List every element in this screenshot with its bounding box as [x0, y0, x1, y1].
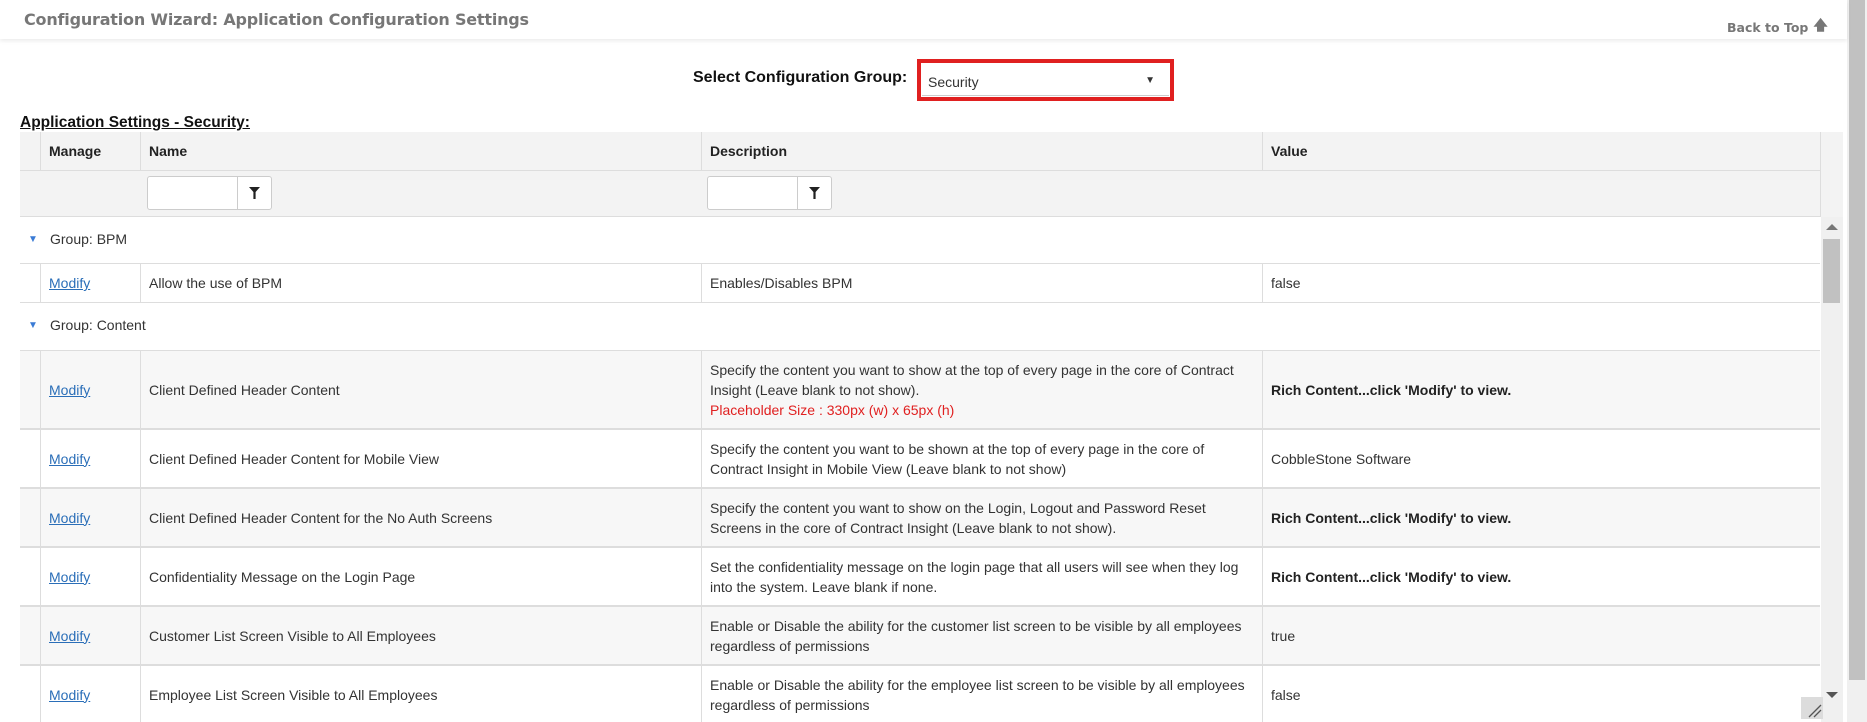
- resize-grip-lines: [1808, 704, 1822, 718]
- value-cell: Rich Content...click 'Modify' to view.: [1262, 548, 1820, 605]
- name-cell: Allow the use of BPM: [140, 264, 701, 302]
- back-to-top-link[interactable]: Back to Top 🡅: [1727, 15, 1828, 39]
- manage-cell: Modify: [40, 351, 140, 428]
- value-cell: Rich Content...click 'Modify' to view.: [1262, 351, 1820, 428]
- settings-grid: Manage Name Description Value ▼ Group: B…: [20, 132, 1843, 722]
- manage-cell: Modify: [40, 489, 140, 546]
- modify-link[interactable]: Modify: [49, 273, 90, 293]
- description-cell: Specify the content you want to show at …: [701, 351, 1262, 428]
- page-scrollbar-thumb[interactable]: [1849, 0, 1865, 680]
- manage-cell: Modify: [40, 666, 140, 722]
- placeholder-size-note: Placeholder Size : 330px (w) x 65px (h): [710, 401, 955, 418]
- grid-header: Manage Name Description Value: [20, 132, 1843, 217]
- group-label: Group: BPM: [50, 231, 128, 247]
- chevron-down-icon: ▼: [1145, 75, 1155, 86]
- table-row: Modify Client Defined Header Content for…: [20, 488, 1820, 547]
- modify-link[interactable]: Modify: [49, 567, 90, 587]
- top-bar: Configuration Wizard: Application Config…: [0, 0, 1847, 39]
- value-cell: Rich Content...click 'Modify' to view.: [1262, 489, 1820, 546]
- name-cell: Confidentiality Message on the Login Pag…: [140, 548, 701, 605]
- name-filter-button[interactable]: [237, 177, 271, 209]
- manage-cell: Modify: [40, 430, 140, 487]
- grid-body: ▼ Group: BPM Modify Allow the use of BPM…: [20, 217, 1820, 722]
- description-text: Enable or Disable the ability for the cu…: [710, 617, 1242, 654]
- group-row-bpm[interactable]: ▼ Group: BPM: [20, 217, 1820, 263]
- back-to-top-label: Back to Top: [1727, 19, 1809, 35]
- name-cell: Client Defined Header Content for the No…: [140, 489, 701, 546]
- config-group-highlight: Security ▼: [917, 59, 1174, 101]
- description-filter-input[interactable]: [708, 177, 797, 209]
- column-header-description[interactable]: Description: [701, 132, 1262, 171]
- table-row: Modify Client Defined Header Content Spe…: [20, 350, 1820, 429]
- group-row-content[interactable]: ▼ Group: Content: [20, 303, 1820, 350]
- expander-column-header: [20, 132, 40, 171]
- grid-scrollbar[interactable]: [1821, 217, 1843, 722]
- grid-scrollbar-thumb[interactable]: [1823, 239, 1840, 303]
- name-filter: [147, 176, 272, 210]
- description-filter-button[interactable]: [797, 177, 831, 209]
- description-filter: [707, 176, 832, 210]
- name-filter-input[interactable]: [148, 177, 237, 209]
- scroll-up-arrow-icon[interactable]: [1826, 224, 1838, 230]
- description-cell: Specify the content you want to be shown…: [701, 430, 1262, 487]
- modify-link[interactable]: Modify: [49, 626, 90, 646]
- column-header-manage[interactable]: Manage: [40, 132, 140, 171]
- value-cell: false: [1262, 666, 1820, 722]
- name-cell: Customer List Screen Visible to All Empl…: [140, 607, 701, 664]
- name-cell: Client Defined Header Content for Mobile…: [140, 430, 701, 487]
- config-group-selector-row: Select Configuration Group: Security ▼: [0, 59, 1847, 101]
- modify-link[interactable]: Modify: [49, 449, 90, 469]
- collapse-triangle-icon[interactable]: ▼: [28, 320, 38, 331]
- page-title: Configuration Wizard: Application Config…: [24, 10, 529, 29]
- name-cell: Employee List Screen Visible to All Empl…: [140, 666, 701, 722]
- column-header-name[interactable]: Name: [140, 132, 701, 171]
- column-header-value[interactable]: Value: [1262, 132, 1820, 171]
- description-text: Enables/Disables BPM: [710, 275, 853, 291]
- filter-icon: [809, 187, 820, 199]
- manage-cell: Modify: [40, 264, 140, 302]
- value-text: Rich Content...click 'Modify' to view.: [1271, 509, 1512, 526]
- manage-cell: Modify: [40, 548, 140, 605]
- table-row: Modify Client Defined Header Content for…: [20, 429, 1820, 488]
- value-cell: false: [1262, 264, 1820, 302]
- group-label: Group: Content: [50, 317, 146, 333]
- manage-cell: Modify: [40, 607, 140, 664]
- table-row: Modify Customer List Screen Visible to A…: [20, 606, 1820, 665]
- description-text: Specify the content you want to show on …: [710, 499, 1206, 536]
- description-cell: Specify the content you want to show on …: [701, 489, 1262, 546]
- modify-link[interactable]: Modify: [49, 685, 90, 705]
- config-group-label: Select Configuration Group:: [693, 69, 908, 86]
- description-text: Set the confidentiality message on the l…: [710, 558, 1239, 595]
- description-cell: Enable or Disable the ability for the em…: [701, 666, 1262, 722]
- page-scrollbar[interactable]: [1847, 0, 1867, 722]
- filter-icon: [249, 187, 260, 199]
- modify-link[interactable]: Modify: [49, 380, 90, 400]
- table-row: Modify Confidentiality Message on the Lo…: [20, 547, 1820, 606]
- description-cell: Enable or Disable the ability for the cu…: [701, 607, 1262, 664]
- description-cell: Enables/Disables BPM: [701, 264, 1262, 302]
- value-text: Rich Content...click 'Modify' to view.: [1271, 381, 1512, 398]
- value-cell: true: [1262, 607, 1820, 664]
- resize-handle-icon[interactable]: [1801, 697, 1823, 719]
- modify-link[interactable]: Modify: [49, 508, 90, 528]
- table-row: Modify Employee List Screen Visible to A…: [20, 665, 1820, 722]
- name-cell: Client Defined Header Content: [140, 351, 701, 428]
- arrow-up-icon: 🡅: [1813, 18, 1828, 34]
- value-cell: CobbleStone Software: [1262, 430, 1820, 487]
- config-group-select[interactable]: Security ▼: [922, 64, 1169, 96]
- scroll-down-arrow-icon[interactable]: [1826, 692, 1838, 698]
- header-scroll-gap: [1820, 132, 1843, 217]
- description-text: Specify the content you want to be shown…: [710, 440, 1205, 477]
- section-title: Application Settings - Security:: [20, 114, 250, 131]
- value-text: Rich Content...click 'Modify' to view.: [1271, 568, 1512, 585]
- column-header-row: Manage Name Description Value: [20, 132, 1820, 171]
- filter-row: [20, 171, 1820, 217]
- table-row: Modify Allow the use of BPM Enables/Disa…: [20, 263, 1820, 303]
- config-group-selected-value: Security: [928, 73, 979, 90]
- description-cell: Set the confidentiality message on the l…: [701, 548, 1262, 605]
- description-text: Specify the content you want to show at …: [710, 361, 1234, 398]
- collapse-triangle-icon[interactable]: ▼: [28, 234, 38, 245]
- description-text: Enable or Disable the ability for the em…: [710, 676, 1245, 713]
